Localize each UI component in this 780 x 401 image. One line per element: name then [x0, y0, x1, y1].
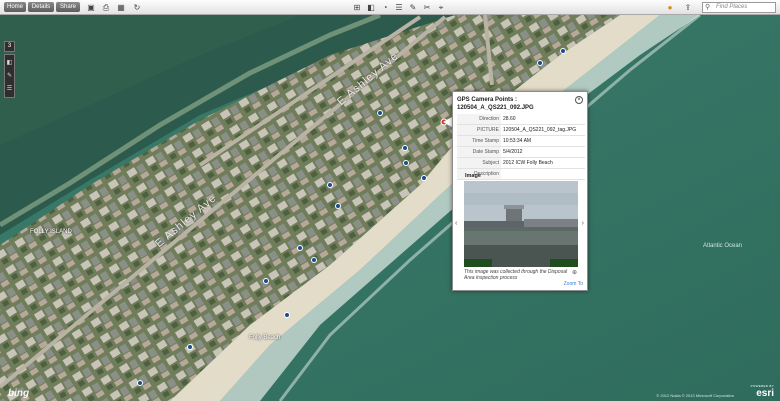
share-button[interactable]: Share	[56, 2, 80, 12]
attr-key: Time Stamp	[457, 135, 501, 147]
search-input[interactable]: ⚲ Find Places	[702, 2, 776, 13]
table-row: PICTURE 120504_A_QS221_092_tag.JPG	[457, 124, 585, 136]
site-photo[interactable]	[464, 181, 578, 267]
table-row: Time Stamp 10:53:34 AM	[457, 135, 585, 147]
attr-value: 2012 ICW Folly Beach	[501, 157, 585, 169]
map-copyright: © 2012 Nokia © 2013 Microsoft Corporatio…	[656, 393, 734, 398]
zoom-to-link[interactable]: Zoom To	[564, 281, 583, 287]
details-button[interactable]: Details	[28, 2, 54, 12]
satellite-imagery	[0, 15, 780, 401]
identify-icon[interactable]: ⌖	[436, 2, 446, 13]
measure-icon[interactable]: ⊞	[352, 2, 362, 13]
legend-icon[interactable]: ☰	[394, 2, 404, 13]
table-row: Date Stamp 5/4/2012	[457, 146, 585, 158]
next-image-icon[interactable]: ›	[582, 220, 584, 227]
attr-key: Subject	[457, 157, 501, 169]
basemap-icon[interactable]: ▦	[115, 2, 127, 13]
table-row: Subject 2012 ICW Folly Beach	[457, 157, 585, 169]
table-row: Direction 28.60	[457, 114, 585, 125]
image-heading: Image	[465, 173, 481, 179]
attr-value: 28.60	[501, 114, 585, 125]
bookmark-icon[interactable]: ◔	[380, 2, 390, 13]
list-icon[interactable]: ☰	[6, 84, 13, 94]
attribute-table: Direction 28.60 PICTURE 120504_A_QS221_0…	[457, 114, 585, 180]
attr-value: 5/4/2012	[501, 146, 585, 158]
pencil-icon[interactable]: ✎	[6, 71, 13, 81]
popup-pointer	[443, 117, 452, 127]
label-folly-island: FOLLY ISLAND	[30, 229, 72, 235]
attr-value: 10:53:34 AM	[501, 135, 585, 147]
search-placeholder: Find Places	[716, 4, 748, 10]
print-icon[interactable]: ⎙	[101, 2, 111, 13]
search-icon: ⚲	[705, 4, 711, 11]
layers-icon[interactable]: ◧	[366, 2, 376, 13]
home-button[interactable]: Home	[4, 2, 26, 12]
bing-logo: bing	[8, 388, 30, 399]
map-view[interactable]: 3 ◧ ✎ ☰ FOLLY ISLAND Folly Beach Atlanti…	[0, 15, 780, 401]
attr-value	[501, 168, 585, 180]
toolbar: Home Details Share ▣ ⎙ ▦ ↻ ⊞ ◧ ◔ ☰ ✎ ✂ ⌖…	[0, 0, 780, 15]
esri-wordmark: esri	[756, 388, 774, 399]
layer-count-badge[interactable]: 3	[4, 41, 15, 52]
draw-icon[interactable]: ✎	[408, 2, 418, 13]
info-popup: GPS Camera Points : 120504_A_QS221_092.J…	[452, 91, 588, 291]
edit-icon[interactable]: ✂	[422, 2, 432, 13]
close-icon[interactable]: ×	[575, 96, 583, 104]
attr-key: Direction	[457, 114, 501, 125]
locate-icon[interactable]: ●	[664, 2, 676, 13]
image-caption: This image was collected through the Dis…	[464, 269, 568, 281]
refresh-icon[interactable]: ↻	[131, 2, 143, 13]
label-folly-beach: Folly Beach	[249, 335, 281, 341]
esri-logo: POWERED BY esri	[751, 384, 774, 399]
map-left-tools: 3 ◧ ✎ ☰	[4, 41, 15, 98]
label-atlantic-ocean: Atlantic Ocean	[703, 243, 743, 249]
attr-value: 120504_A_QS221_092_tag.JPG	[501, 124, 585, 136]
prev-image-icon[interactable]: ‹	[455, 220, 457, 227]
attr-key: Date Stamp	[457, 146, 501, 158]
save-icon[interactable]: ▣	[86, 2, 96, 13]
attr-key: PICTURE	[457, 124, 501, 136]
expand-image-icon[interactable]: ⊕	[572, 269, 577, 276]
share-map-icon[interactable]: ⇪	[682, 2, 694, 13]
layers-toggle-icon[interactable]: ◧	[6, 58, 13, 68]
tool-panel: ◧ ✎ ☰	[4, 54, 15, 98]
popup-title: GPS Camera Points : 120504_A_QS221_092.J…	[457, 97, 534, 111]
